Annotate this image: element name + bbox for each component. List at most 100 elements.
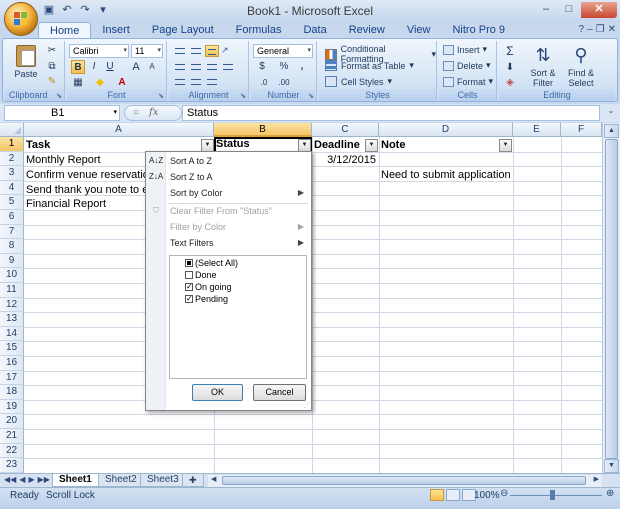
row-header-3[interactable]: 3 (0, 166, 24, 181)
resize-grip-icon[interactable]: ⋰ (304, 402, 310, 409)
checkbox-select-all[interactable]: (Select All) (185, 258, 238, 270)
filter-dropdown-note[interactable]: ▼ (499, 139, 512, 152)
cut-icon[interactable]: ✂ (45, 45, 59, 57)
column-header-d[interactable]: D (379, 123, 513, 137)
shrink-font-button[interactable]: A (145, 60, 159, 74)
increase-decimal-icon[interactable]: .0 (257, 76, 271, 90)
sheet-tab-sheet2[interactable]: Sheet2 (98, 474, 144, 487)
percent-button[interactable]: % (277, 60, 291, 74)
tab-view[interactable]: View (396, 22, 442, 38)
italic-button[interactable]: I (87, 60, 101, 74)
sort-z-to-a-item[interactable]: Z↓A Sort Z to A (146, 169, 311, 185)
row-header-13[interactable]: 13 (0, 312, 24, 327)
checkbox-done[interactable]: Done (185, 270, 217, 282)
column-header-b[interactable]: B (214, 123, 312, 137)
insert-function-icon[interactable]: fx (149, 107, 158, 118)
prev-sheet-icon[interactable]: ◀ (19, 475, 25, 484)
text-filters-item[interactable]: Text Filters ▶ (146, 235, 311, 251)
row-header-20[interactable]: 20 (0, 414, 24, 429)
alignment-dialog-launcher-icon[interactable]: ⬊ (240, 92, 246, 100)
delete-cells-button[interactable]: Delete ▾ (443, 60, 491, 71)
checkbox-on-going[interactable]: ✓ On going (185, 282, 232, 294)
minimize-workbook-icon[interactable]: – (587, 24, 593, 35)
font-dialog-launcher-icon[interactable]: ⬊ (158, 92, 164, 100)
comma-button[interactable]: , (295, 60, 309, 74)
search-icon[interactable]: ○ (133, 107, 139, 118)
row-header-6[interactable]: 6 (0, 210, 24, 225)
fill-color-icon[interactable]: ◆ (93, 76, 107, 90)
horizontal-scrollbar[interactable]: ◀ ▶ (208, 475, 602, 487)
sheet-tab-sheet1[interactable]: Sheet1 (52, 474, 99, 487)
ok-button[interactable]: OK (192, 384, 243, 401)
expand-formula-bar-icon[interactable]: ⌄ (605, 106, 617, 120)
zoom-in-icon[interactable]: ⊕ (606, 488, 614, 499)
name-box[interactable]: B1 ▾ (4, 105, 120, 121)
tab-home[interactable]: Home (38, 22, 92, 38)
font-name-combo[interactable]: Calibri ▾ (69, 44, 129, 58)
scroll-right-icon[interactable]: ▶ (594, 475, 599, 483)
row-header-18[interactable]: 18 (0, 385, 24, 400)
sort-by-color-item[interactable]: Sort by Color ▶ (146, 185, 311, 201)
cancel-button[interactable]: Cancel (253, 384, 306, 401)
row-header-11[interactable]: 11 (0, 283, 24, 298)
format-painter-icon[interactable]: ✎ (45, 76, 59, 88)
column-header-f[interactable]: F (561, 123, 602, 137)
cell-styles-button[interactable]: Cell Styles ▾ (325, 76, 392, 87)
row-header-12[interactable]: 12 (0, 297, 24, 313)
wrap-text-icon[interactable] (221, 61, 235, 73)
row-header-15[interactable]: 15 (0, 341, 24, 356)
select-all-corner[interactable] (0, 123, 24, 137)
bold-button[interactable]: B (71, 60, 85, 74)
cell-c2[interactable]: 3/12/2015 (312, 153, 379, 168)
row-header-14[interactable]: 14 (0, 326, 24, 342)
tab-nitro-pro[interactable]: Nitro Pro 9 (441, 22, 516, 38)
zoom-out-icon[interactable]: ⊖ (500, 488, 508, 499)
row-header-10[interactable]: 10 (0, 268, 24, 283)
align-middle-icon[interactable] (189, 45, 203, 57)
row-header-23[interactable]: 23 (0, 458, 24, 473)
header-deadline[interactable]: Deadline (312, 138, 364, 153)
horizontal-scroll-thumb[interactable] (222, 476, 586, 485)
underline-button[interactable]: U (103, 60, 117, 74)
font-color-icon[interactable]: A (115, 76, 129, 90)
font-size-combo[interactable]: 11 ▾ (131, 44, 163, 58)
minimize-button[interactable]: – (535, 2, 557, 18)
row-header-5[interactable]: 5 (0, 195, 24, 210)
merge-center-icon[interactable] (205, 76, 219, 88)
decrease-decimal-icon[interactable]: .00 (277, 76, 291, 90)
clear-icon[interactable]: ◈ (503, 76, 517, 90)
align-bottom-icon[interactable] (205, 45, 219, 57)
row-header-17[interactable]: 17 (0, 370, 24, 386)
orientation-icon[interactable]: ↗ (221, 45, 235, 57)
align-right-icon[interactable] (205, 61, 219, 73)
column-header-c[interactable]: C (312, 123, 379, 137)
tab-review[interactable]: Review (338, 22, 396, 38)
next-sheet-icon[interactable]: ▶ (28, 475, 34, 484)
currency-button[interactable]: $ (255, 60, 269, 74)
number-dialog-launcher-icon[interactable]: ⬊ (308, 92, 314, 100)
align-top-icon[interactable] (173, 45, 187, 57)
help-icon[interactable]: ? (579, 24, 585, 35)
first-sheet-icon[interactable]: ◀◀ (4, 475, 16, 484)
row-header-21[interactable]: 21 (0, 429, 24, 444)
cell-d3[interactable]: Need to submit application (379, 168, 513, 183)
scroll-left-icon[interactable]: ◀ (211, 475, 216, 483)
tab-formulas[interactable]: Formulas (225, 22, 293, 38)
column-header-e[interactable]: E (513, 123, 561, 137)
normal-view-icon[interactable] (430, 489, 444, 501)
maximize-button[interactable]: □ (558, 2, 580, 18)
filter-dropdown-deadline[interactable]: ▼ (365, 139, 378, 152)
page-layout-view-icon[interactable] (446, 489, 460, 501)
vertical-scrollbar[interactable]: ▲ ▼ (602, 123, 620, 473)
increase-indent-icon[interactable] (189, 76, 203, 88)
find-select-button[interactable]: ⚲ Find & Select (563, 44, 599, 88)
autosum-button[interactable]: Σ (503, 44, 517, 58)
tab-page-layout[interactable]: Page Layout (141, 22, 225, 38)
clipboard-dialog-launcher-icon[interactable]: ⬊ (56, 92, 62, 100)
row-header-16[interactable]: 16 (0, 356, 24, 371)
office-button[interactable] (4, 2, 38, 36)
row-header-7[interactable]: 7 (0, 224, 24, 240)
row-header-8[interactable]: 8 (0, 239, 24, 254)
zoom-slider-thumb[interactable] (550, 490, 555, 500)
row-header-1[interactable]: 1 (0, 137, 24, 152)
